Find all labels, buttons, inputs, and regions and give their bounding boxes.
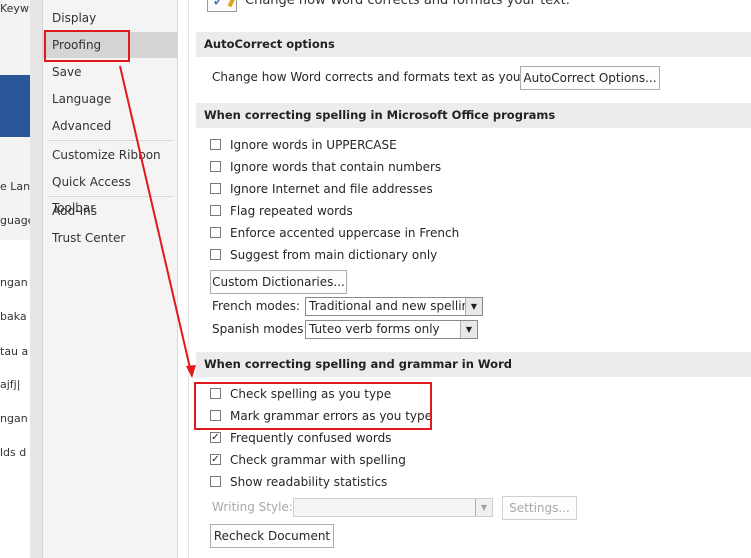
arrow-head <box>186 365 196 378</box>
arrow-shaft <box>119 65 191 369</box>
annotation-arrow-icon <box>119 65 196 378</box>
